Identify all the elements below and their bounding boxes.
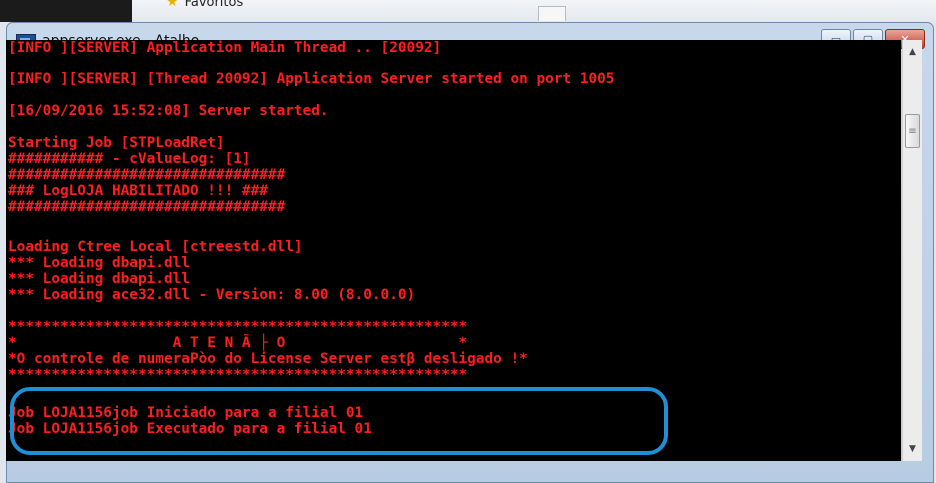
- favorites-bar[interactable]: ★ Favoritos: [166, 0, 243, 10]
- console-line: *** Loading dbapi.dll: [8, 255, 190, 271]
- console-line: ****************************************…: [8, 367, 468, 383]
- console-line: Loading Ctree Local [ctreestd.dll]: [8, 239, 303, 255]
- star-icon: ★: [166, 0, 179, 10]
- scroll-up-arrow-icon[interactable]: ▲: [903, 43, 922, 61]
- scroll-thumb[interactable]: ≡: [905, 114, 920, 148]
- console-line: [INFO ][SERVER] Application Main Thread …: [8, 40, 442, 56]
- background-toolbar: [0, 0, 936, 22]
- console-line: ### LogLOJA HABILITADO !!! ###: [8, 183, 268, 199]
- console-line: [INFO ][SERVER] [Thread 20092] Applicati…: [8, 71, 615, 87]
- vertical-scrollbar[interactable]: ▲ ≡ ▼: [902, 40, 922, 461]
- console-line: ****************************************…: [8, 319, 468, 335]
- highlight-ellipse: [10, 387, 668, 455]
- background-tab[interactable]: [538, 6, 566, 21]
- console-line: *** Loading dbapi.dll: [8, 271, 190, 287]
- grip-icon: ≡: [908, 125, 917, 137]
- background-dark-panel: [0, 0, 132, 22]
- console-line: ################################: [8, 199, 286, 215]
- scroll-down-arrow-icon[interactable]: ▼: [903, 440, 922, 458]
- console-line: [16/09/2016 15:52:08] Server started.: [8, 103, 329, 119]
- console-line: *** Loading ace32.dll - Version: 8.00 (8…: [8, 287, 416, 303]
- favorites-label: Favoritos: [184, 0, 244, 10]
- console-output[interactable]: [INFO ][SERVER] Application Main Thread …: [6, 40, 901, 461]
- console-line: Starting Job [STPLoadRet]: [8, 135, 225, 151]
- console-line: *O controle de numeraPòo do License Serv…: [8, 351, 528, 367]
- console-line: ########### - cValueLog: [1]: [8, 151, 251, 167]
- console-line: ################################: [8, 167, 286, 183]
- console-line: * A T E N Ã ├ O *: [8, 335, 468, 351]
